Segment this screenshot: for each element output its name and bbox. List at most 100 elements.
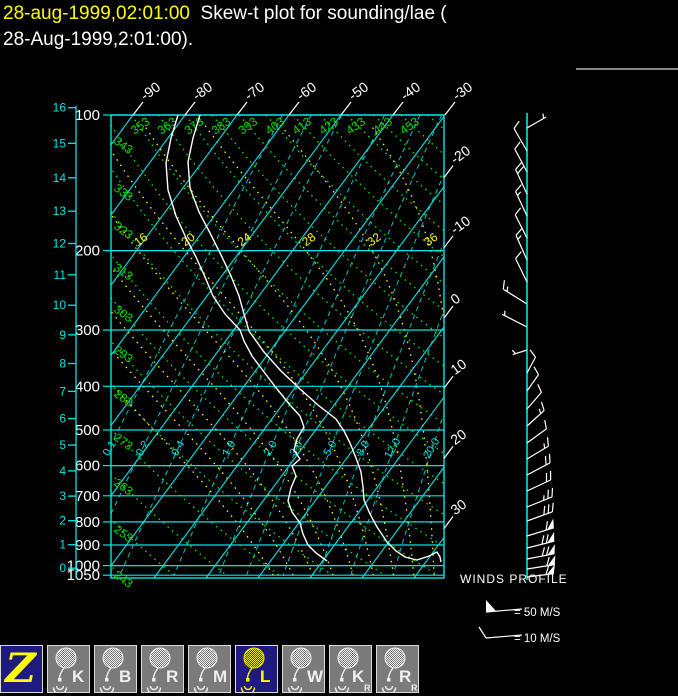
svg-text:-40: -40 xyxy=(397,78,423,103)
svg-text:20: 20 xyxy=(447,426,469,448)
title-timestamp: 28-aug-1999,02:01:00 xyxy=(3,3,190,24)
balloon-sonde-icon: B xyxy=(99,647,131,692)
svg-text:L: L xyxy=(260,667,270,686)
title-line2: 28-Aug-1999,2:01:00). xyxy=(3,29,194,50)
skewt-window: 28-aug-1999,02:01:00 Skew-t plot for sou… xyxy=(0,0,678,696)
svg-text:400: 400 xyxy=(75,378,100,395)
toolbar-button-r[interactable]: R xyxy=(141,645,184,693)
wind-legend: WINDS PROFILE= 50 M/S= 10 M/S= 5 M/S xyxy=(460,572,568,671)
svg-text:333: 333 xyxy=(111,181,136,204)
svg-text:B: B xyxy=(119,667,131,686)
svg-text:800: 800 xyxy=(75,514,100,531)
svg-text:12.0: 12.0 xyxy=(382,436,403,461)
svg-text:15: 15 xyxy=(53,136,67,150)
svg-text:363: 363 xyxy=(155,114,180,137)
svg-text:413: 413 xyxy=(290,114,315,137)
svg-text:700: 700 xyxy=(75,488,100,505)
svg-text:16: 16 xyxy=(53,101,67,115)
svg-text:0: 0 xyxy=(59,561,66,575)
svg-text:343: 343 xyxy=(111,134,136,157)
toolbar-button-z[interactable]: Z xyxy=(0,645,43,693)
svg-text:900: 900 xyxy=(75,537,100,554)
balloon-sonde-icon: K R xyxy=(334,647,371,692)
svg-text:32: 32 xyxy=(365,230,384,249)
svg-text:1050: 1050 xyxy=(67,567,100,584)
svg-text:= 50 M/S: = 50 M/S xyxy=(514,607,561,619)
svg-text:11: 11 xyxy=(54,268,67,282)
svg-text:36: 36 xyxy=(421,230,440,249)
balloon-sonde-icon: R R xyxy=(381,647,418,692)
svg-text:4: 4 xyxy=(59,464,66,478)
svg-text:2: 2 xyxy=(59,514,66,528)
svg-text:-30: -30 xyxy=(449,78,475,103)
window-title: 28-aug-1999,02:01:00 Skew-t plot for sou… xyxy=(3,1,447,53)
svg-text:13: 13 xyxy=(53,204,67,218)
skewt-chart: 100 200 300 400 500 600 700 800 900 1000 1050 0 1 2 3 4… xyxy=(0,60,678,671)
logo-z-icon: Z xyxy=(3,646,38,692)
svg-text:5.0: 5.0 xyxy=(321,439,339,458)
svg-text:-70: -70 xyxy=(241,78,267,103)
toolbar-button-l[interactable]: L xyxy=(235,645,278,693)
winds-profile-title: WINDS PROFILE xyxy=(460,572,568,586)
svg-text:0: 0 xyxy=(447,290,463,308)
svg-text:600: 600 xyxy=(75,458,100,475)
svg-text:6: 6 xyxy=(59,412,66,426)
svg-text:= 10 M/S: = 10 M/S xyxy=(514,633,561,645)
svg-text:14: 14 xyxy=(53,171,67,185)
moist-adiabat-labels: 16 20 24 28 32 36 xyxy=(131,230,440,249)
svg-text:433: 433 xyxy=(343,114,368,137)
svg-text:1: 1 xyxy=(59,538,66,552)
svg-text:303: 303 xyxy=(111,302,136,325)
svg-text:7: 7 xyxy=(59,384,66,398)
svg-text:28: 28 xyxy=(299,230,318,249)
svg-text:1.0: 1.0 xyxy=(220,439,238,458)
svg-text:W: W xyxy=(307,667,324,686)
balloon-sonde-icon: W xyxy=(287,647,324,692)
svg-text:9: 9 xyxy=(59,328,66,342)
svg-text:-90: -90 xyxy=(137,78,163,103)
svg-text:393: 393 xyxy=(236,114,261,137)
svg-text:100: 100 xyxy=(75,107,100,124)
dry-adiabats xyxy=(111,115,444,576)
toolbar-button-w[interactable]: W xyxy=(282,645,325,693)
svg-text:300: 300 xyxy=(75,322,100,339)
svg-text:R: R xyxy=(411,683,418,692)
toolbar-button-k[interactable]: K xyxy=(47,645,90,693)
temperature-trace xyxy=(187,115,442,563)
svg-text:-20: -20 xyxy=(447,142,473,167)
dry-adiabat-labels: 243253263273283293303313323333343353 363 3… xyxy=(111,114,422,591)
svg-text:10: 10 xyxy=(447,355,469,377)
svg-text:8: 8 xyxy=(59,357,66,371)
svg-text:-80: -80 xyxy=(189,78,215,103)
balloon-sonde-icon: K xyxy=(52,647,85,692)
height-axis: 012345678910111213141516 xyxy=(53,101,77,578)
svg-text:R: R xyxy=(399,667,411,686)
skewt-plot-svg: 1002003004005006007008009001000105001234… xyxy=(53,78,568,671)
svg-text:283: 283 xyxy=(111,386,136,409)
svg-text:243: 243 xyxy=(111,568,136,591)
svg-text:383: 383 xyxy=(209,114,234,137)
svg-text:K: K xyxy=(72,667,85,686)
toolbar-button-m[interactable]: M xyxy=(188,645,231,693)
svg-text:293: 293 xyxy=(111,343,136,366)
toolbar-button-r-r[interactable]: R R xyxy=(376,645,419,693)
title-main: Skew-t plot for sounding/lae ( xyxy=(190,3,447,24)
toolbar-button-b[interactable]: B xyxy=(94,645,137,693)
svg-text:2.0: 2.0 xyxy=(262,439,280,458)
svg-text:20.0: 20.0 xyxy=(421,436,442,461)
svg-text:200: 200 xyxy=(75,243,100,260)
svg-text:8.0: 8.0 xyxy=(354,439,372,458)
svg-text:0.4: 0.4 xyxy=(169,439,187,458)
toolbar-button-k-r[interactable]: K R xyxy=(329,645,372,693)
svg-text:253: 253 xyxy=(111,522,136,545)
toolbar: Z K B R M L W K R R R xyxy=(0,645,419,693)
svg-text:500: 500 xyxy=(75,422,100,439)
svg-text:403: 403 xyxy=(263,114,288,137)
balloon-sonde-icon: R xyxy=(146,647,178,692)
svg-text:20: 20 xyxy=(179,230,198,249)
svg-text:423: 423 xyxy=(316,114,341,137)
svg-text:10: 10 xyxy=(53,298,67,312)
svg-text:30: 30 xyxy=(447,496,469,518)
svg-text:-60: -60 xyxy=(293,78,319,103)
svg-text:3: 3 xyxy=(59,489,66,503)
